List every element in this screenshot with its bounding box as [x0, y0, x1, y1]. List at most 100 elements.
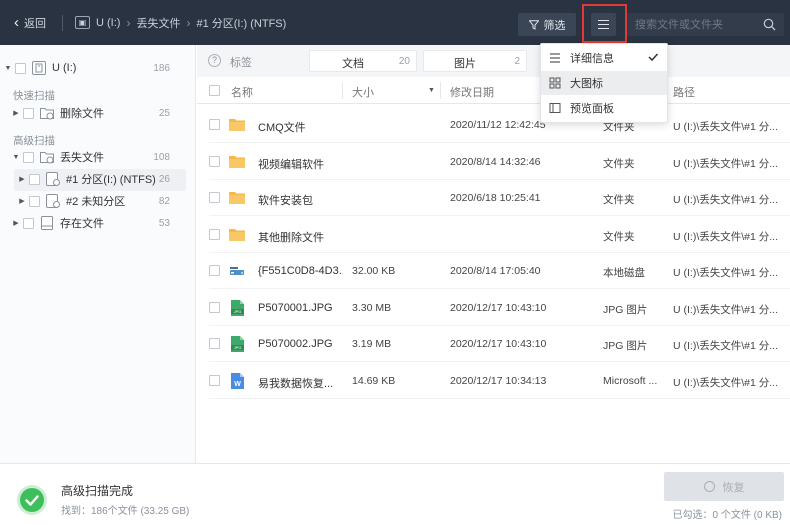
chevron-left-icon: ‹ — [14, 14, 19, 31]
cell-name: P5070001.JPG — [258, 301, 333, 314]
sort-down-icon[interactable]: ▼ — [428, 87, 435, 94]
table-row[interactable]: W 易我数据恢复... 14.69 KB 2020/12/17 10:34:13 Mic… — [197, 363, 790, 399]
breadcrumb: ▣ U (I:) › 丢失文件 › #1 分区(I:) (NTFS) — [75, 15, 286, 31]
menu-icon-line — [598, 19, 609, 22]
cell-path: U (I:)\丢失文件\#1 分... — [673, 303, 779, 316]
status-footer: 高级扫描完成 找到：186个文件 (33.25 GB) 恢复 已勾选：0 个文件… — [0, 463, 790, 525]
menu-item-large-icons[interactable]: 大图标 — [541, 71, 667, 95]
tree-count: 82 — [158, 195, 170, 207]
chip-label: 图片 — [454, 58, 476, 70]
back-button[interactable]: ‹ 返回 — [14, 11, 46, 35]
jpg-icon: JPG — [228, 335, 246, 353]
table-row[interactable]: 视频编辑软件 2020/8/14 14:32:46 文件夹 U (I:)\丢失文件\#… — [197, 144, 790, 180]
table-header: 名称 大小 ▼ 修改日期 类型 路径 — [197, 77, 790, 104]
table-row[interactable]: {F551C0D8-4D3... 32.00 KB 2020/8/14 17:05:… — [197, 253, 790, 289]
search-box — [627, 13, 784, 36]
menu-icon-line — [598, 23, 609, 26]
cell-name: 视频编辑软件 — [258, 158, 324, 171]
chip-count: 2 — [514, 56, 520, 67]
svg-text:JPG: JPG — [234, 345, 242, 350]
tag-chip-documents[interactable]: 文档 20 — [309, 50, 417, 72]
tree-label: 丢失文件 — [60, 152, 104, 164]
word-icon: W — [228, 372, 246, 390]
menu-item-label: 大图标 — [570, 78, 603, 90]
filter-button[interactable]: 筛选 — [518, 13, 576, 36]
checkbox[interactable] — [15, 62, 26, 74]
view-menu-button[interactable] — [591, 13, 616, 36]
tree-item-deleted-files[interactable]: ▶ 删除文件 25 — [0, 103, 196, 123]
cell-modified-date: 2020/8/14 17:05:40 — [450, 265, 541, 277]
chip-label: 文档 — [342, 58, 364, 70]
cell-size: 3.30 MB — [352, 301, 392, 314]
column-divider[interactable] — [342, 82, 343, 99]
column-size[interactable]: 大小 — [352, 84, 374, 100]
help-icon[interactable]: ? — [208, 54, 221, 67]
tree-item-drive[interactable]: ▼ U (I:) 186 — [0, 58, 196, 78]
cell-type: 文件夹 — [603, 194, 635, 206]
table-row[interactable]: CMQ文件 2020/11/12 12:42:45 文件夹 U (I:)\丢失文件\#… — [197, 107, 790, 143]
top-bar: ‹ 返回 ▣ U (I:) › 丢失文件 › #1 分区(I:) (NTFS) … — [0, 0, 790, 45]
table-row[interactable]: 其他删除文件 文件夹 U (I:)\丢失文件\#1 分... — [197, 217, 790, 253]
column-name[interactable]: 名称 — [231, 84, 253, 100]
chip-count: 20 — [398, 56, 410, 67]
row-checkbox[interactable] — [209, 155, 220, 167]
tag-chip-images[interactable]: 图片 2 — [423, 50, 527, 72]
search-icon[interactable] — [763, 18, 776, 31]
table-row[interactable]: JPG P5070002.JPG 3.19 MB 2020/12/17 10:43:1… — [197, 326, 790, 362]
menu-item-label: 预览面板 — [570, 103, 614, 115]
menu-item-preview-panel[interactable]: 预览面板 — [541, 96, 667, 120]
tree-label: U (I:) — [52, 62, 77, 74]
row-checkbox[interactable] — [209, 374, 220, 386]
select-all-checkbox[interactable] — [209, 85, 220, 96]
grid-icon — [549, 77, 561, 89]
tree-item-existing-files[interactable]: ▶ 存在文件 53 — [0, 213, 196, 233]
column-divider[interactable] — [440, 82, 441, 99]
row-checkbox[interactable] — [209, 228, 220, 240]
row-checkbox[interactable] — [209, 192, 220, 203]
breadcrumb-lost-files[interactable]: 丢失文件 — [136, 15, 180, 31]
breadcrumb-separator-icon: › — [126, 15, 131, 30]
row-checkbox[interactable] — [209, 301, 220, 313]
cell-path: U (I:)\丢失文件\#1 分... — [673, 340, 779, 352]
tree-item-partition-2[interactable]: ▶ #2 未知分区 82 — [0, 191, 196, 211]
row-checkbox[interactable] — [209, 119, 220, 130]
expand-right-icon[interactable]: ▶ — [18, 175, 26, 183]
row-checkbox[interactable] — [209, 338, 220, 349]
row-divider — [209, 397, 790, 399]
expand-right-icon[interactable]: ▶ — [18, 197, 26, 205]
checkbox[interactable] — [29, 173, 40, 185]
menu-item-details[interactable]: 详细信息 — [541, 46, 667, 70]
row-checkbox[interactable] — [209, 265, 220, 276]
column-modified-date[interactable]: 修改日期 — [450, 84, 494, 100]
tree-item-partition-1[interactable]: ▶ #1 分区(I:) (NTFS) 26 — [0, 169, 196, 191]
breadcrumb-drive[interactable]: U (I:) — [96, 17, 120, 29]
checkbox[interactable] — [29, 195, 40, 207]
expand-right-icon[interactable]: ▶ — [12, 219, 20, 227]
cell-type: JPG 图片 — [603, 340, 648, 352]
table-row[interactable]: JPG P5070001.JPG 3.30 MB 2020/12/17 10:43:1… — [197, 290, 790, 326]
cell-name: 其他删除文件 — [258, 231, 324, 244]
checkbox[interactable] — [23, 107, 34, 119]
expand-right-icon[interactable]: ▶ — [12, 109, 20, 117]
column-path[interactable]: 路径 — [673, 84, 695, 100]
recover-button[interactable]: 恢复 — [664, 472, 784, 501]
tree-label: #1 分区(I:) (NTFS) — [66, 174, 156, 186]
expand-down-icon[interactable]: ▼ — [12, 154, 20, 161]
cell-name: 易我数据恢复... — [258, 377, 334, 390]
table-row[interactable]: 软件安装包 2020/6/18 10:25:41 文件夹 U (I:)\丢失文件\#1… — [197, 180, 790, 216]
tree-item-lost-files[interactable]: ▼ 丢失文件 108 — [0, 147, 196, 167]
cell-modified-date: 2020/12/17 10:34:13 — [450, 374, 547, 387]
search-input[interactable] — [635, 18, 753, 31]
checkbox[interactable] — [23, 217, 34, 229]
selected-files-summary: 已勾选：0 个文件 (0 KB) — [672, 510, 782, 521]
lost-folder-icon — [40, 152, 54, 164]
cell-modified-date: 2020/12/17 10:43:10 — [450, 338, 547, 350]
expand-down-icon[interactable]: ▼ — [4, 65, 12, 72]
tree-count: 26 — [158, 173, 170, 185]
checkbox[interactable] — [23, 151, 34, 163]
filter-icon — [528, 19, 539, 30]
partition-icon — [46, 194, 60, 208]
breadcrumb-partition[interactable]: #1 分区(I:) (NTFS) — [196, 15, 286, 31]
cell-path: U (I:)\丢失文件\#1 分... — [673, 376, 779, 389]
back-label: 返回 — [24, 17, 46, 30]
